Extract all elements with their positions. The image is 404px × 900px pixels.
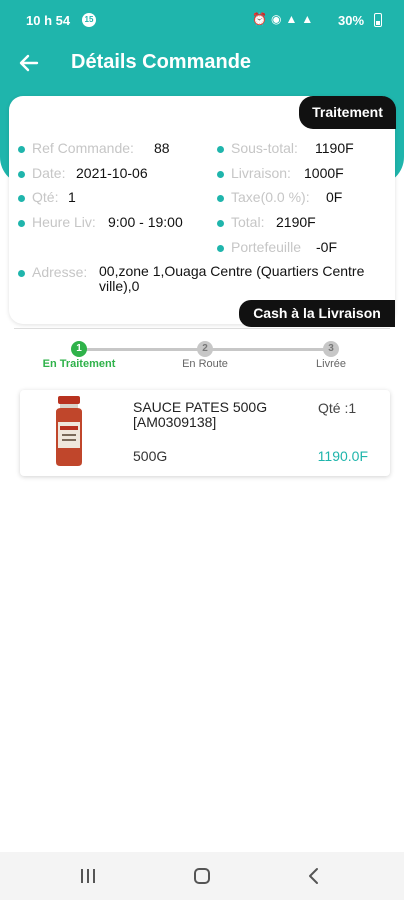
address-label: Adresse: [32, 264, 88, 280]
step-label: En Traitement [42, 358, 116, 370]
address-value: 00,zone 1,Ouaga Centre (Quartiers Centre… [99, 263, 365, 294]
product-price: 1190.0F [317, 448, 368, 464]
tracker-line [205, 348, 331, 351]
product-quantity: Qté :1 [318, 400, 357, 416]
delivery-fee-value: 1000F [304, 165, 344, 181]
product-image [56, 396, 82, 466]
bullet-dot [18, 171, 25, 178]
product-card[interactable]: SAUCE PATES 500G [AM0309138] Qté :1 500G… [20, 390, 390, 476]
bullet-dot [217, 195, 224, 202]
qty-label: Qté: [32, 189, 59, 205]
bullet-dot [18, 220, 25, 227]
total-value: 2190F [276, 214, 316, 230]
delivery-time-label: Heure Liv: [32, 214, 96, 230]
bullet-dot [18, 146, 25, 153]
total-label: Total: [231, 214, 265, 230]
bullet-dot [217, 146, 224, 153]
divider [14, 328, 390, 329]
hotspot-icon: ◉ [270, 12, 286, 26]
delivery-fee-label: Livraison: [231, 165, 291, 181]
status-badge: Traitement [299, 96, 396, 129]
home-icon[interactable] [182, 862, 222, 890]
status-bar: 10 h 54 15 ⏰◉▲▲ 30% [0, 0, 404, 40]
bullet-dot [217, 245, 224, 252]
bullet-dot [18, 195, 25, 202]
date-value: 2021-10-06 [76, 165, 148, 181]
signal-icon-2: ▲ [301, 12, 318, 26]
product-size: 500G [133, 448, 168, 464]
date-label: Date: [32, 165, 66, 181]
tracker-line [79, 348, 205, 351]
step-label: En Route [182, 358, 228, 370]
recent-apps-icon[interactable] [68, 862, 108, 890]
back-icon[interactable] [294, 862, 334, 890]
step-number: 3 [323, 341, 339, 357]
alarm-icon: ⏰ [252, 12, 271, 26]
wallet-label: Portefeuille [231, 239, 302, 255]
step-label: Livrée [316, 358, 346, 370]
tax-value: 0F [326, 189, 343, 205]
step-number: 2 [197, 341, 213, 357]
status-time: 10 h 54 [26, 13, 71, 28]
ref-value: 88 [154, 140, 170, 156]
product-name: SAUCE PATES 500G [AM0309138] [133, 399, 268, 430]
battery-level: 30% [338, 13, 365, 28]
page-title: Détails Commande [71, 51, 252, 73]
back-arrow-icon[interactable] [14, 48, 44, 78]
step-number: 1 [71, 341, 87, 357]
signal-icon: ▲ [285, 12, 302, 26]
subtotal-label: Sous-total: [231, 140, 298, 156]
bullet-dot [217, 220, 224, 227]
qty-value: 1 [68, 189, 76, 205]
bullet-dot [217, 171, 224, 178]
notification-badge: 15 [82, 13, 96, 27]
battery-icon [374, 13, 382, 27]
payment-method-badge: Cash à la Livraison [239, 300, 395, 327]
tax-label: Taxe(0.0 %): [231, 189, 310, 205]
subtotal-value: 1190F [315, 140, 354, 156]
status-icons: ⏰◉▲▲ [252, 12, 317, 26]
delivery-time-value: 9:00 - 19:00 [108, 214, 183, 230]
bullet-dot [18, 270, 25, 277]
system-navigation-bar [0, 852, 404, 900]
wallet-value: -0F [316, 239, 337, 255]
ref-label: Ref Commande: [32, 140, 134, 156]
